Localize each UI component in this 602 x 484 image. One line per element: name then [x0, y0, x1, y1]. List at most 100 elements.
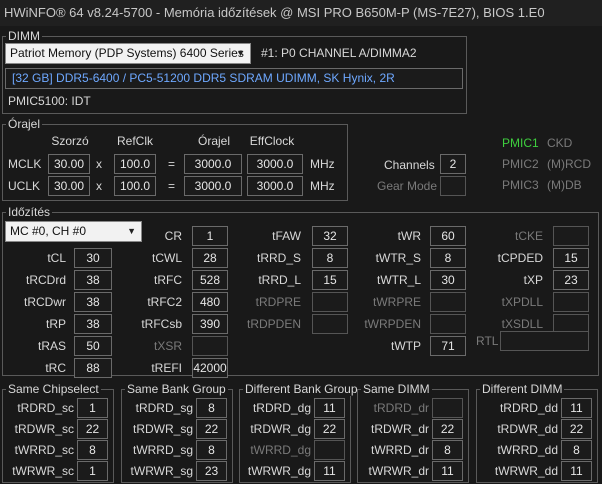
timing-col1-label: tRAS — [37, 339, 66, 353]
clock-times-sign: x — [96, 157, 102, 171]
timing-col3-label: tFAW — [272, 229, 301, 243]
timing-subgroup-title: Different DIMM — [480, 382, 565, 396]
timing-subgroup-label: tWRRD_sc — [14, 443, 74, 457]
timing-col4-label: tWRPDEN — [364, 317, 421, 331]
timing-col2-label: tRFC — [154, 273, 182, 287]
timing-col1-label: tRC — [45, 361, 66, 375]
timing-subgroup-label: tRDWR_dd — [497, 422, 558, 436]
timing-col2-label: tRFC2 — [147, 295, 182, 309]
memory-module-select-value: Patriot Memory (PDP Systems) 6400 Series — [10, 46, 244, 60]
clock-value: 3000.0 — [184, 176, 242, 196]
pmic-rail: CKD — [547, 136, 573, 150]
timing-subgroup-label: tWRWR_dr — [368, 464, 429, 478]
clock-unit: MHz — [310, 179, 335, 193]
clock-multiplier-value: 30.00 — [48, 176, 90, 196]
timing-subgroup-value — [314, 440, 345, 460]
timing-col4-value: 60 — [430, 226, 466, 246]
memory-module-select[interactable]: Patriot Memory (PDP Systems) 6400 Series… — [5, 43, 251, 64]
timing-col3-label: tRRD_L — [258, 273, 301, 287]
timing-subgroup-value: 22 — [77, 419, 108, 439]
timing-subgroup-value: 11 — [561, 398, 592, 418]
timing-col1-label: tCL — [47, 251, 66, 265]
timing-col4-value — [430, 314, 466, 334]
timing-col2-label: CR — [164, 229, 182, 243]
timing-group-label: Időzítés — [6, 205, 53, 219]
dimm-info-field: [32 GB] DDR5-6400 / PC5-51200 DDR5 SDRAM… — [5, 68, 463, 89]
gear-mode-label: Gear Mode — [377, 179, 438, 193]
timing-col2-label: tXSR — [153, 339, 182, 353]
clock-equals-sign: = — [168, 157, 176, 171]
rtl-value — [500, 331, 589, 351]
timing-col2-value — [192, 336, 228, 356]
clock-header-refclk: RefClk — [116, 134, 153, 148]
effclock-value: 3000.0 — [247, 154, 303, 174]
timing-col5-value — [553, 226, 589, 246]
timing-col4-value: 30 — [430, 270, 466, 290]
timing-subgroup-value: 8 — [561, 440, 592, 460]
timing-subgroup-value: 8 — [196, 398, 227, 418]
timing-subgroup-label: tRDRD_sg — [135, 401, 193, 415]
timing-subgroup-value: 11 — [561, 461, 592, 481]
gear-mode-value — [440, 176, 466, 196]
timing-col2-label: tCWL — [152, 251, 182, 265]
timing-col5-label: tXP — [523, 273, 543, 287]
timing-subgroup-value: 1 — [77, 398, 108, 418]
timing-col2-label: tREFI — [151, 361, 182, 375]
timing-subgroup-label: tWRWR_dg — [247, 464, 311, 478]
timing-col4-label: tWRPRE — [373, 295, 421, 309]
timing-subgroup-label: tRDRD_sc — [17, 401, 74, 415]
timing-subgroup-label: tRDWR_sc — [14, 422, 74, 436]
timing-col1-label: tRCDrd — [25, 273, 66, 287]
timing-subgroup-label: tRDRD_dr — [373, 401, 429, 415]
timing-col4-label: tWTP — [391, 339, 421, 353]
pmic-name: PMIC1 — [502, 136, 539, 150]
timing-col4-label: tWR — [397, 229, 421, 243]
timing-subgroup-label: tRDWR_sg — [132, 422, 193, 436]
timing-subgroup-value: 22 — [432, 419, 463, 439]
clock-header-clock: Órajel — [197, 134, 230, 148]
timing-subgroup-value: 8 — [196, 440, 227, 460]
timing-col5-value: 15 — [553, 248, 589, 268]
timing-subgroup-label: tWRRD_dd — [497, 443, 558, 457]
clock-row-label: MCLK — [8, 157, 42, 171]
timing-col5-label: tXPDLL — [501, 295, 543, 309]
timing-subgroup-label: tRDRD_dd — [499, 401, 558, 415]
clock-group-label: Órajel — [6, 117, 43, 131]
timing-subgroup-label: tWRWR_sc — [12, 464, 74, 478]
timing-col2-value: 42000 — [192, 358, 228, 378]
timing-subgroup-label: tRDWR_dr — [370, 422, 429, 436]
timing-col4-value: 8 — [430, 248, 466, 268]
timing-subgroup-value: 1 — [77, 461, 108, 481]
timing-subgroup-label: tRDRD_dg — [252, 401, 311, 415]
pmic-rail: (M)RCD — [547, 157, 591, 171]
pmic-rail: (M)DB — [547, 178, 582, 192]
timing-col5-value — [553, 292, 589, 312]
timing-subgroup-value: 23 — [196, 461, 227, 481]
clock-unit: MHz — [310, 157, 335, 171]
clock-times-sign: x — [96, 179, 102, 193]
channel-select-value: MC #0, CH #0 — [10, 224, 87, 238]
timing-col5-value: 23 — [553, 270, 589, 290]
clock-refclk-value: 100.0 — [114, 154, 156, 174]
channels-label: Channels — [384, 158, 435, 172]
timing-subgroup-value: 11 — [314, 461, 345, 481]
timing-subgroup-value: 11 — [432, 461, 463, 481]
timing-col4-value — [430, 292, 466, 312]
timing-col4-value: 71 — [430, 336, 466, 356]
clock-header-effclock: EffClock — [249, 134, 295, 148]
timing-subgroup-label: tWRRD_dr — [370, 443, 429, 457]
clock-value: 3000.0 — [184, 154, 242, 174]
clock-equals-sign: = — [168, 179, 176, 193]
chevron-down-icon: ▼ — [236, 48, 245, 58]
timing-subgroup-label: tRDWR_dg — [250, 422, 311, 436]
window-title: HWiNFO® 64 v8.24-5700 - Memória időzítés… — [0, 0, 602, 26]
pmic-name: PMIC2 — [502, 157, 539, 171]
timing-subgroup-title: Different Bank Group — [243, 382, 360, 396]
pmic-name: PMIC3 — [502, 178, 539, 192]
pmic-vendor-label: PMIC5100: IDT — [8, 94, 91, 108]
timing-subgroup-value: 11 — [314, 398, 345, 418]
timing-col3-label: tRRD_S — [256, 251, 301, 265]
rtl-label: RTL — [476, 334, 499, 348]
timing-col1-label: tRCDwr — [24, 295, 66, 309]
clock-multiplier-value: 30.00 — [48, 154, 90, 174]
